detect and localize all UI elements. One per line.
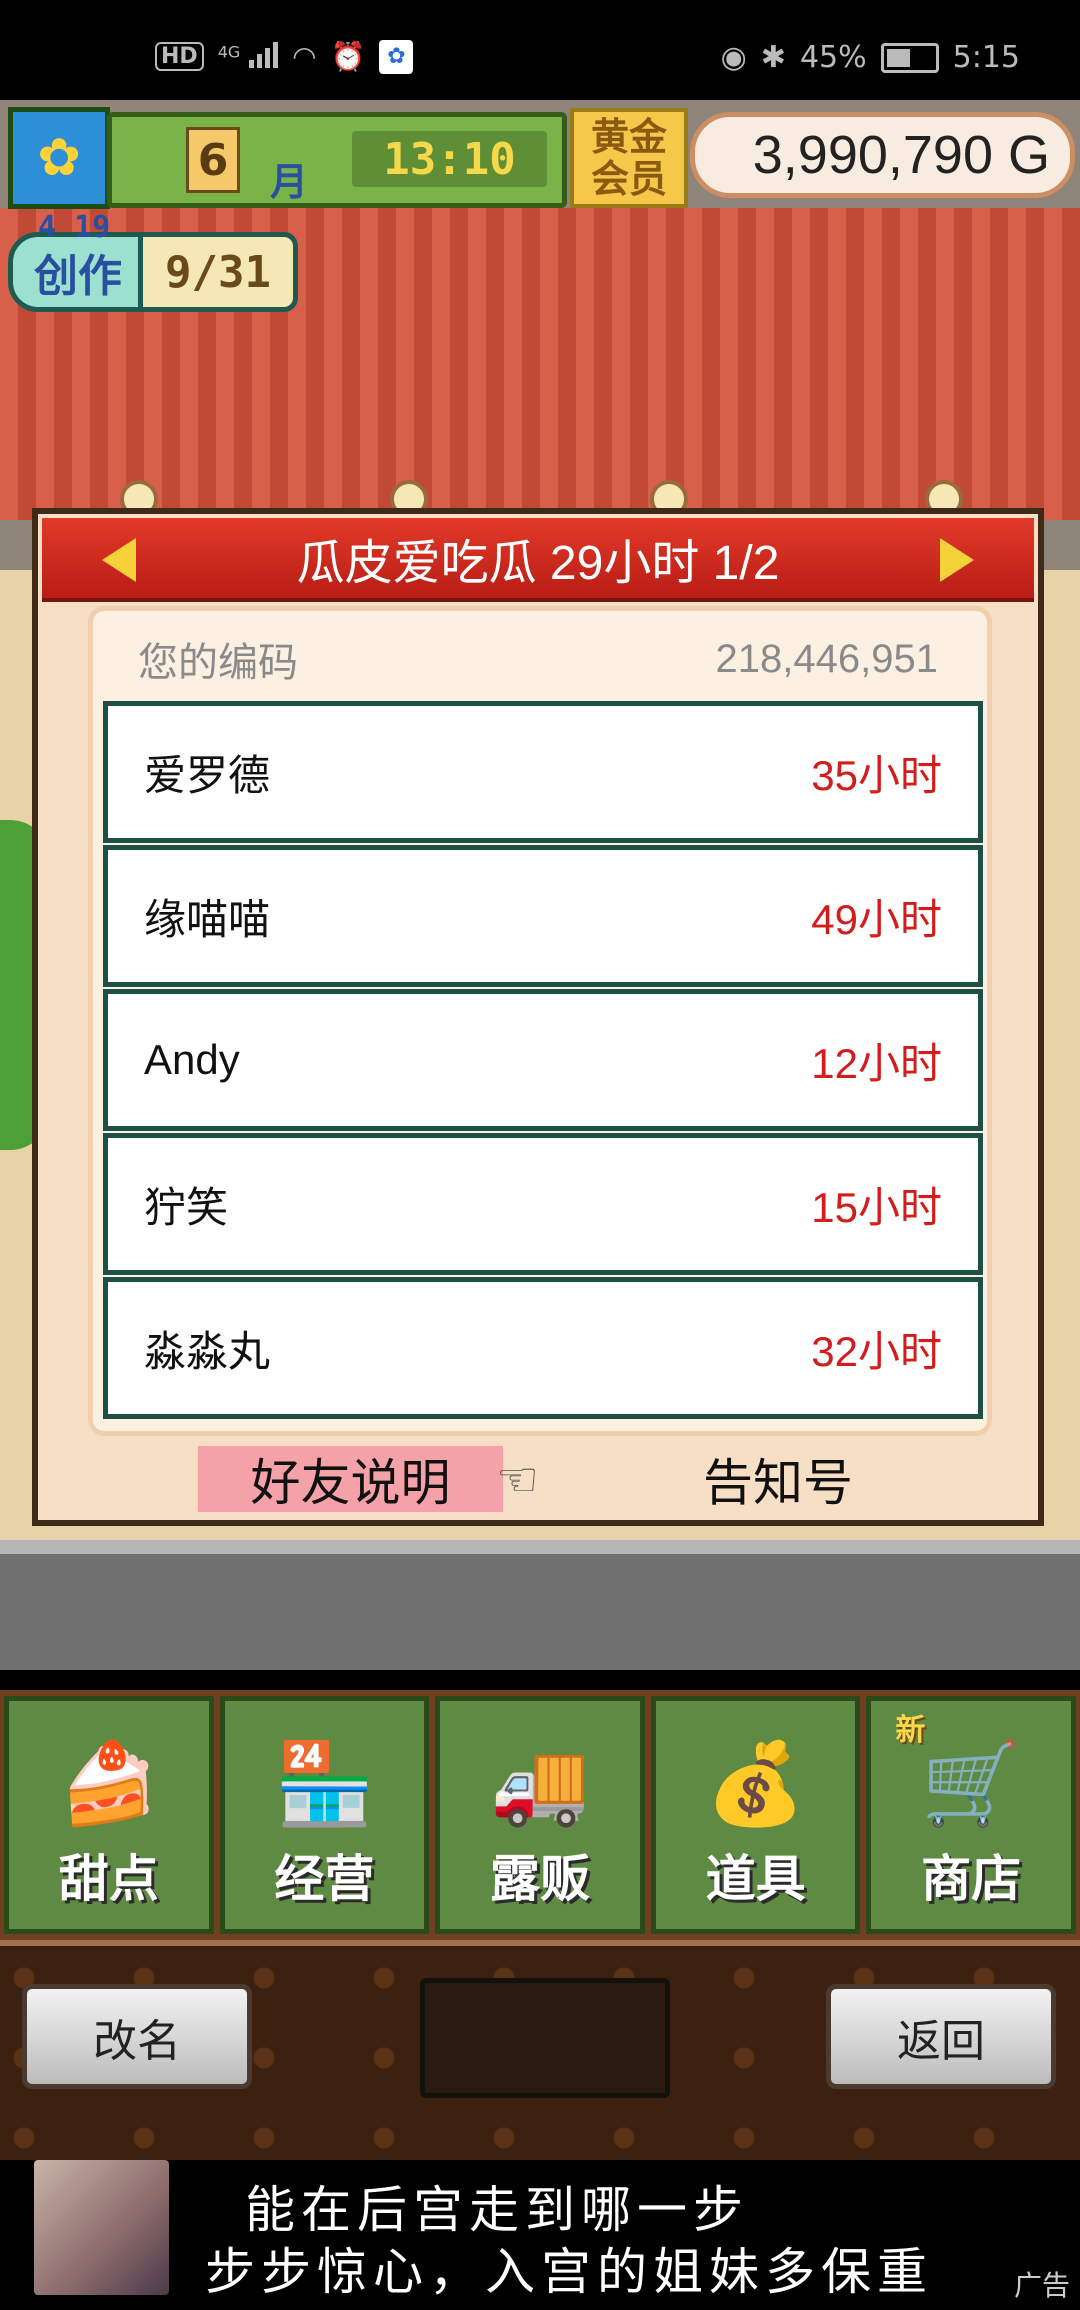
eye-comfort-icon: ◉: [720, 40, 747, 75]
game-clock: 13:10: [352, 131, 547, 187]
nav-label: 甜点: [58, 1850, 159, 1908]
food-truck-icon: 🚚: [490, 1737, 590, 1830]
season-icon[interactable]: ✿: [8, 107, 110, 209]
street: [0, 1540, 1080, 1670]
app-notification-icon: ✿: [379, 39, 414, 74]
friend-name: 缘喵喵: [144, 895, 271, 943]
ad-line-2: 步步惊心，入宫的姐妹多保重: [205, 2243, 933, 2301]
item-bag-icon: 💰: [705, 1737, 806, 1830]
nav-items-button[interactable]: 💰 道具: [650, 1696, 861, 1934]
friend-hours: 49小时: [811, 895, 942, 943]
nav-label: 商店: [921, 1850, 1022, 1908]
date-time-panel: 6 月 13:10: [107, 112, 567, 208]
my-code-row: 您的编码 218,446,951: [138, 629, 938, 689]
friend-row[interactable]: 爱罗德 35小时: [103, 701, 983, 843]
nav-label: 露贩: [489, 1850, 590, 1908]
shopping-cart-icon: 🛒: [921, 1737, 1021, 1830]
month-label: 月: [270, 160, 309, 204]
hd-indicator: HD: [155, 42, 204, 71]
bottom-nav: 🍰 甜点 🏪 经营 🚚 露贩 💰 道具 新 🛒 商店: [0, 1690, 1080, 1940]
dialog-header: 瓜皮爱吃瓜 29小时 1/2: [42, 518, 1034, 602]
my-code-value: 218,446,951: [715, 636, 938, 681]
friend-hours: 15小时: [811, 1183, 942, 1231]
status-time: 5:15: [952, 40, 1020, 75]
pointing-hand-icon: ☜: [496, 1452, 540, 1508]
create-count: 9/31: [138, 232, 298, 312]
my-code-label: 您的编码: [138, 641, 298, 685]
rename-button[interactable]: 改名: [22, 1984, 252, 2089]
dialog-title: 瓜皮爱吃瓜 29小时 1/2: [296, 537, 780, 590]
friend-row[interactable]: 缘喵喵 49小时: [103, 845, 983, 987]
money-display: 3,990,790 G: [690, 112, 1075, 198]
alarm-icon: ⏰: [330, 40, 366, 73]
ad-banner[interactable]: 能在后宫走到哪一步 步步惊心，入宫的姐妹多保重 广告: [0, 2160, 1080, 2310]
friend-row[interactable]: 淼淼丸 32小时: [103, 1277, 983, 1419]
friend-hours: 35小时: [811, 751, 942, 799]
status-bar: HD 4G ◠ ⏰ ✿ ◉ ✱ 45% 5:15: [0, 0, 1080, 100]
friend-list: 爱罗德 35小时 缘喵喵 49小时 Andy 12小时 狞笑 15小时 淼淼丸 …: [103, 701, 983, 1421]
month-number: 6: [186, 127, 240, 193]
battery-icon: [880, 42, 939, 73]
create-date: 4 19: [38, 210, 111, 245]
friend-name: 淼淼丸: [144, 1327, 271, 1375]
center-display: [420, 1978, 670, 2098]
friend-hours: 12小时: [811, 1039, 942, 1087]
friend-explain-button[interactable]: 好友说明: [198, 1446, 503, 1512]
nav-stall-button[interactable]: 🚚 露贩: [435, 1696, 645, 1934]
gold-member-badge[interactable]: 黄金会员: [570, 108, 688, 208]
wifi-icon: ◠: [292, 40, 317, 73]
friend-row[interactable]: Andy 12小时: [103, 989, 983, 1131]
shop-icon: 🏪: [274, 1737, 375, 1830]
friend-name: 狞笑: [144, 1183, 229, 1231]
ad-tag: 广告: [1013, 2270, 1070, 2301]
nav-store-button[interactable]: 新 🛒 商店: [866, 1696, 1076, 1934]
friend-panel: 您的编码 218,446,951 爱罗德 35小时 缘喵喵 49小时 Andy …: [88, 606, 992, 1436]
nav-label: 经营: [274, 1850, 375, 1908]
cake-icon: 🍰: [58, 1737, 159, 1830]
ad-thumbnail: [34, 2160, 169, 2295]
friend-dialog: 瓜皮爱吃瓜 29小时 1/2 您的编码 218,446,951 爱罗德 35小时…: [32, 508, 1044, 1526]
nav-dessert-button[interactable]: 🍰 甜点: [4, 1696, 214, 1934]
nav-label: 道具: [705, 1850, 806, 1908]
friend-hours: 32小时: [811, 1327, 942, 1375]
next-page-arrow-icon[interactable]: [940, 538, 974, 582]
friend-name: 爱罗德: [144, 751, 271, 799]
create-progress-badge[interactable]: 创作 9/31 4 19: [8, 210, 298, 312]
bluetooth-icon: ✱: [760, 40, 786, 75]
nav-manage-button[interactable]: 🏪 经营: [219, 1696, 430, 1934]
friend-name: Andy: [144, 1036, 240, 1083]
back-button[interactable]: 返回: [826, 1984, 1056, 2089]
signal-icon: 4G: [218, 38, 279, 75]
battery-percent: 45%: [799, 40, 867, 75]
bottom-panel: 改名 返回: [0, 1940, 1080, 2166]
prev-page-arrow-icon[interactable]: [102, 538, 136, 582]
friend-row[interactable]: 狞笑 15小时: [103, 1133, 983, 1275]
notice-code-button[interactable]: 告知号: [658, 1446, 898, 1512]
